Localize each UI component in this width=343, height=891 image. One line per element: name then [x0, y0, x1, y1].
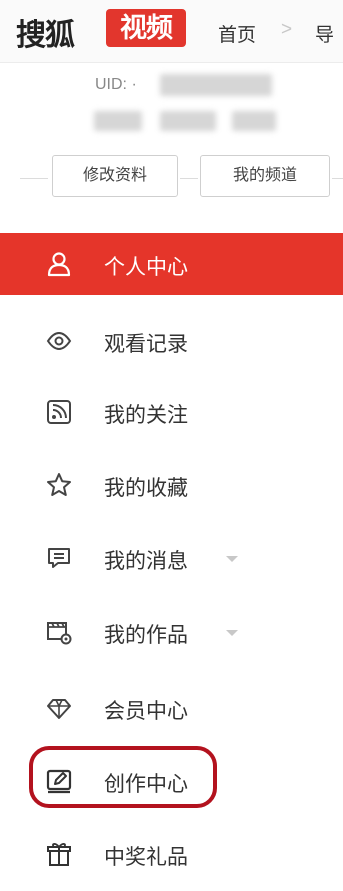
- menu-item-label: 会员中心: [104, 700, 188, 723]
- menu-item-personal-center[interactable]: 个人中心: [0, 233, 343, 295]
- chevron-down-icon[interactable]: [226, 630, 238, 636]
- uid-label: UID: ·: [95, 76, 137, 93]
- menu-item-label: 我的收藏: [104, 477, 188, 500]
- edit-profile-button[interactable]: 修改资料: [52, 155, 178, 197]
- chevron-down-icon[interactable]: [226, 556, 238, 562]
- breadcrumb-separator: >: [281, 19, 293, 40]
- diamond-icon: [45, 694, 73, 722]
- menu-item-label: 创作中心: [104, 773, 188, 796]
- menu-item-vip-center[interactable]: 会员中心: [0, 677, 343, 739]
- message-icon: [45, 544, 73, 572]
- logo-badge[interactable]: 视频: [106, 9, 186, 47]
- menu-item-label: 个人中心: [104, 256, 188, 279]
- menu-item-my-works[interactable]: 我的作品: [0, 601, 343, 663]
- menu-item-label: 我的关注: [104, 404, 188, 427]
- menu-item-label: 我的消息: [104, 550, 188, 573]
- edit-icon: [45, 767, 73, 795]
- logo-text[interactable]: 搜狐: [16, 10, 75, 54]
- gift-icon: [45, 840, 73, 868]
- divider-middle: [180, 178, 198, 179]
- divider-right: [332, 178, 343, 179]
- nav-next-link[interactable]: 导: [315, 20, 334, 47]
- eye-icon: [45, 327, 73, 355]
- menu-item-creator-center[interactable]: 创作中心: [0, 750, 343, 812]
- uid-value-blurred: [160, 74, 272, 96]
- menu-item-my-favorites[interactable]: 我的收藏: [0, 454, 343, 516]
- menu-item-prize-gifts[interactable]: 中奖礼品: [0, 823, 343, 885]
- star-icon: [45, 471, 73, 499]
- user-icon: [45, 250, 73, 278]
- clapper-gear-icon: [45, 618, 73, 646]
- my-channel-button[interactable]: 我的频道: [200, 155, 330, 197]
- menu-item-label: 我的作品: [104, 624, 188, 647]
- username-blurred-2: [160, 111, 216, 131]
- menu-item-label: 观看记录: [104, 333, 188, 356]
- menu-item-label: 中奖礼品: [104, 846, 188, 869]
- menu-item-watch-history[interactable]: 观看记录: [0, 310, 343, 372]
- username-blurred: [94, 111, 142, 131]
- top-header: 搜狐 视频 首页 > 导: [0, 0, 343, 63]
- rss-icon: [45, 398, 73, 426]
- username-blurred-3: [232, 111, 276, 131]
- nav-home-link[interactable]: 首页: [218, 20, 256, 47]
- menu-item-my-messages[interactable]: 我的消息: [0, 527, 343, 589]
- divider-left: [20, 178, 48, 179]
- menu-item-my-follows[interactable]: 我的关注: [0, 381, 343, 443]
